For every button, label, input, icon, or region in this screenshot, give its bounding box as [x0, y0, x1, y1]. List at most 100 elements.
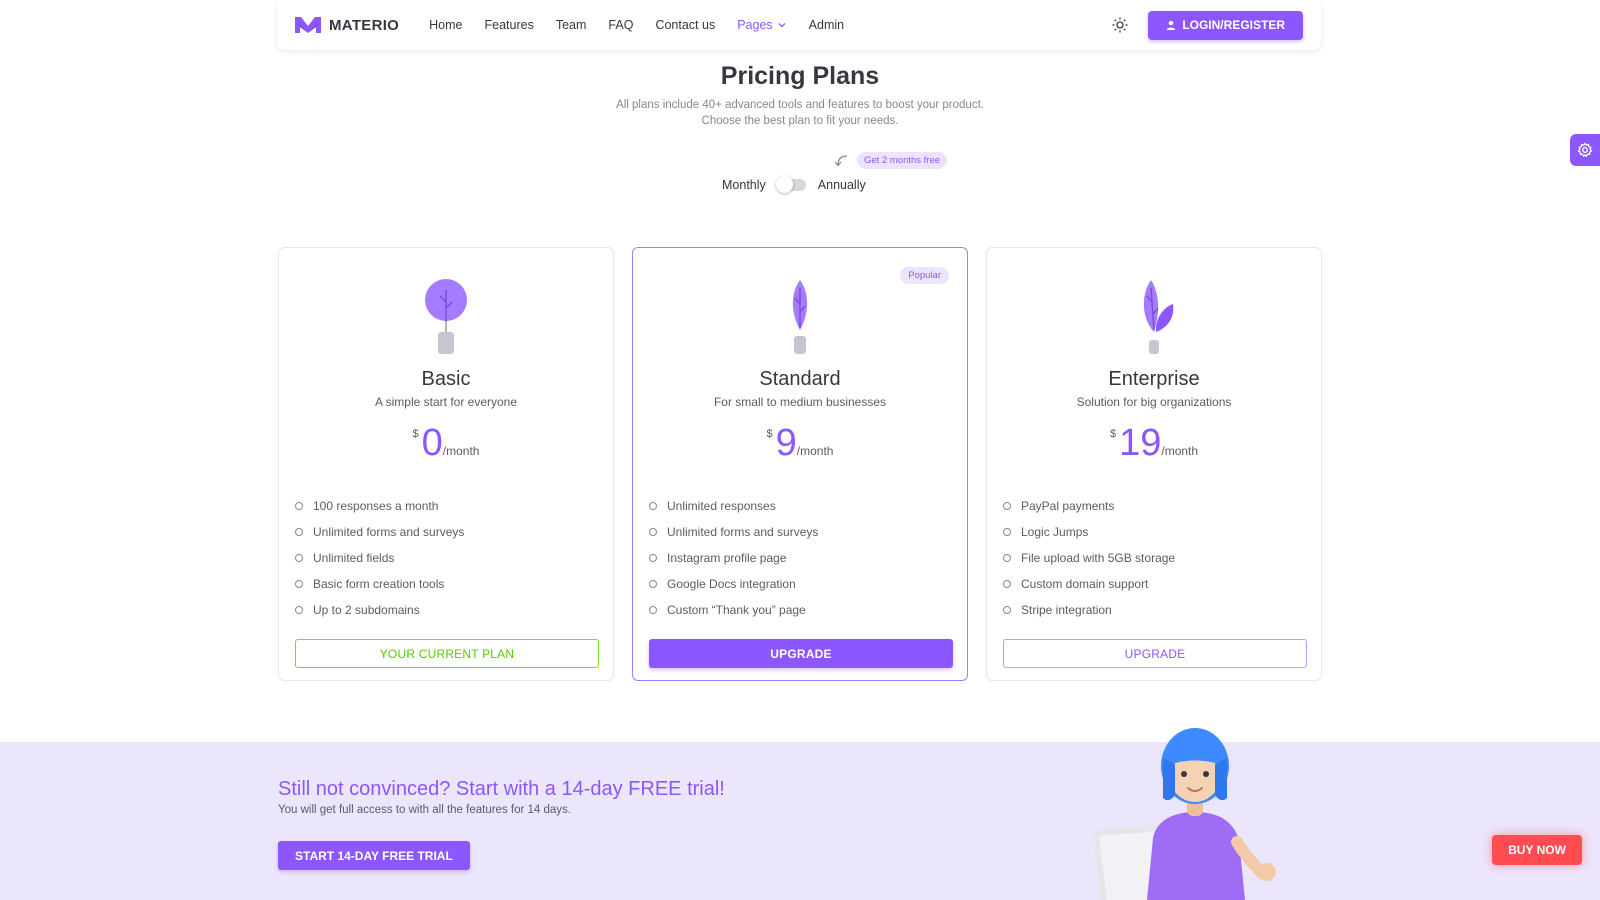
nav-link-team[interactable]: Team: [556, 18, 587, 32]
chevron-down-icon: [778, 23, 786, 28]
your-current-plan-button[interactable]: YOUR CURRENT PLAN: [295, 639, 599, 668]
feature-item: Unlimited forms and surveys: [295, 519, 595, 545]
feature-label: Unlimited forms and surveys: [313, 525, 465, 539]
nav-right: LOGIN/REGISTER: [1110, 10, 1303, 40]
feature-item: Logic Jumps: [1003, 519, 1303, 545]
feature-label: Unlimited responses: [667, 499, 776, 513]
plan-name: Enterprise: [1108, 368, 1200, 390]
price-amount: 9: [775, 422, 797, 464]
promo-badge: Get 2 months free: [857, 152, 948, 169]
feature-label: Instagram profile page: [667, 551, 787, 565]
circle-bullet-icon: [295, 606, 303, 614]
plan-description: Solution for big organizations: [1076, 395, 1232, 409]
feature-label: Custom “Thank you” page: [667, 603, 806, 617]
nav-link-pages[interactable]: Pages: [737, 18, 786, 32]
feature-label: Basic form creation tools: [313, 577, 445, 591]
login-register-label: LOGIN/REGISTER: [1182, 18, 1285, 32]
brand[interactable]: MATERIO: [295, 15, 399, 35]
plan-description: For small to medium businesses: [713, 395, 887, 409]
gear-icon: [1577, 142, 1593, 158]
feature-list: Unlimited responses Unlimited forms and …: [649, 493, 949, 623]
circle-bullet-icon: [649, 528, 657, 536]
circle-bullet-icon: [295, 502, 303, 510]
circle-bullet-icon: [649, 554, 657, 562]
plan-price: $ 19 /month: [987, 418, 1321, 468]
feature-label: Up to 2 subdomains: [313, 603, 420, 617]
feature-list: 100 responses a month Unlimited forms an…: [295, 493, 595, 623]
price-period: /month: [796, 444, 834, 458]
trial-subtitle: You will get full access to with all the…: [278, 804, 571, 816]
plan-price: $ 9 /month: [633, 418, 967, 468]
feature-item: Custom domain support: [1003, 571, 1303, 597]
upgrade-standard-button[interactable]: UPGRADE: [649, 639, 953, 668]
feature-item: Stripe integration: [1003, 597, 1303, 623]
pricing-card-standard: Popular Standard For small to medium bus…: [632, 247, 968, 681]
nav-link-faq[interactable]: FAQ: [608, 18, 633, 32]
circle-bullet-icon: [295, 554, 303, 562]
circle-bullet-icon: [649, 502, 657, 510]
plan-name: Basic: [421, 368, 471, 390]
feature-label: Google Docs integration: [667, 577, 796, 591]
feature-item: File upload with 5GB storage: [1003, 545, 1303, 571]
start-free-trial-button[interactable]: START 14-DAY FREE TRIAL: [278, 841, 470, 870]
feature-label: Unlimited fields: [313, 551, 395, 565]
feature-item: Instagram profile page: [649, 545, 949, 571]
person-with-laptop-illustration: [1093, 728, 1276, 900]
round-tree-pot-illustration: [279, 278, 613, 358]
nav-link-home[interactable]: Home: [429, 18, 462, 32]
feature-label: Stripe integration: [1021, 603, 1112, 617]
feature-item: Unlimited fields: [295, 545, 595, 571]
page-subtitle: All plans include 40+ advanced tools and…: [0, 97, 1600, 129]
plan-description: A simple start for everyone: [374, 395, 518, 409]
circle-bullet-icon: [295, 580, 303, 588]
price-currency: $: [412, 428, 419, 440]
nav-links: Home Features Team FAQ Contact us Pages …: [429, 18, 844, 32]
navbar: MATERIO Home Features Team FAQ Contact u…: [277, 0, 1321, 50]
circle-bullet-icon: [649, 606, 657, 614]
billing-switch[interactable]: [775, 176, 806, 193]
page-subtitle-line-1: All plans include 40+ advanced tools and…: [616, 99, 984, 111]
toggle-monthly-label: Monthly: [722, 178, 766, 192]
buy-now-button[interactable]: BUY NOW: [1492, 835, 1582, 865]
pricing-card-enterprise: Enterprise Solution for big organization…: [986, 247, 1322, 681]
feature-item: Up to 2 subdomains: [295, 597, 595, 623]
feature-label: Custom domain support: [1021, 577, 1149, 591]
upgrade-enterprise-button[interactable]: UPGRADE: [1003, 639, 1307, 668]
feature-item: Basic form creation tools: [295, 571, 595, 597]
circle-bullet-icon: [649, 580, 657, 588]
feature-label: Logic Jumps: [1021, 525, 1089, 539]
feature-item: PayPal payments: [1003, 493, 1303, 519]
user-icon: [1167, 20, 1176, 30]
price-period: /month: [1161, 444, 1199, 458]
price-currency: $: [1109, 428, 1117, 440]
tall-plant-pot-illustration: [633, 278, 967, 358]
plan-price: $ 0 /month: [279, 418, 613, 468]
feature-label: PayPal payments: [1021, 499, 1115, 513]
free-trial-section: Still not convinced? Start with a 14-day…: [0, 742, 1600, 900]
toggle-annually-label: Annually: [817, 178, 866, 192]
price-currency: $: [766, 428, 773, 440]
brand-name: MATERIO: [329, 16, 400, 34]
page-subtitle-line-2: Choose the best plan to fit your needs.: [701, 115, 899, 127]
login-register-button[interactable]: LOGIN/REGISTER: [1148, 10, 1303, 40]
trial-title: Still not convinced? Start with a 14-day…: [278, 778, 725, 800]
price-amount: 19: [1119, 422, 1162, 464]
circle-bullet-icon: [295, 528, 303, 536]
circle-bullet-icon: [1003, 580, 1011, 588]
feature-item: Google Docs integration: [649, 571, 949, 597]
feature-item: Custom “Thank you” page: [649, 597, 949, 623]
promo: Get 2 months free: [833, 152, 948, 169]
nav-link-pages-label: Pages: [737, 18, 773, 32]
feature-item: Unlimited responses: [649, 493, 949, 519]
price-amount: 0: [421, 422, 443, 464]
settings-customizer-button[interactable]: [1570, 134, 1600, 166]
circle-bullet-icon: [1003, 606, 1011, 614]
feature-list: PayPal payments Logic Jumps File upload …: [1003, 493, 1303, 623]
nav-link-contact[interactable]: Contact us: [655, 18, 715, 32]
sun-icon[interactable]: [1110, 15, 1130, 35]
nav-link-features[interactable]: Features: [485, 18, 534, 32]
price-period: /month: [442, 444, 480, 458]
page-title: Pricing Plans: [720, 62, 880, 90]
nav-link-admin[interactable]: Admin: [809, 18, 844, 32]
feature-item: 100 responses a month: [295, 493, 595, 519]
